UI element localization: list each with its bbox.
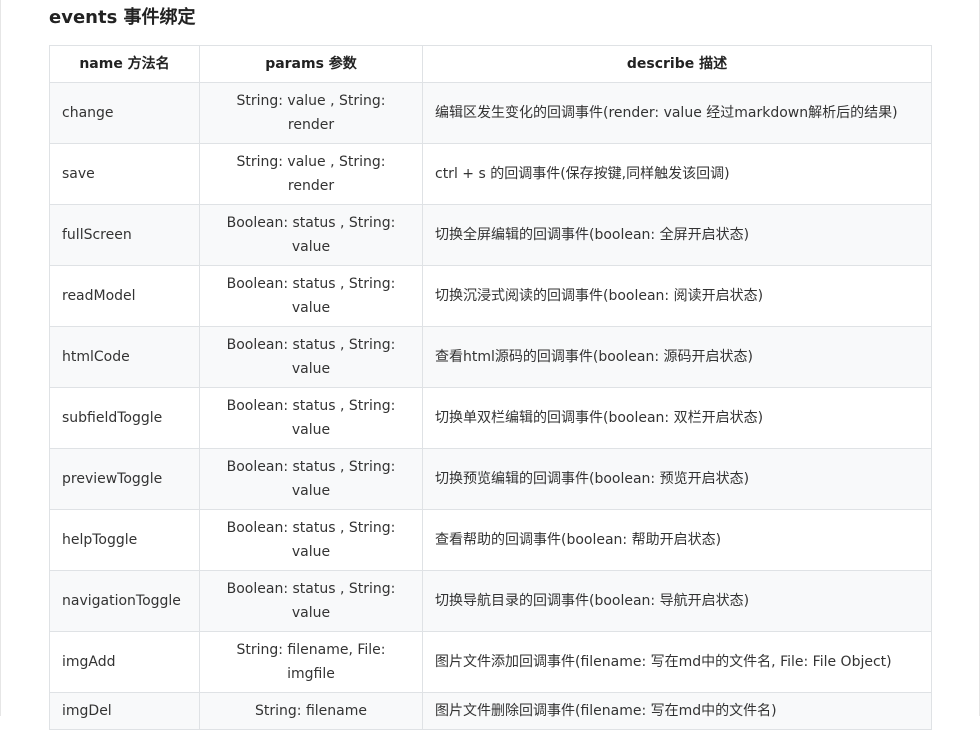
cell-describe: 图片文件添加回调事件(filename: 写在md中的文件名, File: Fi… [422, 631, 932, 693]
cell-name: fullScreen [49, 204, 200, 266]
cell-name: previewToggle [49, 448, 200, 510]
cell-name: save [49, 143, 200, 205]
cell-params: Boolean: status , String: value [199, 265, 423, 327]
table-row: save String: value , String: render ctrl… [49, 143, 932, 205]
cell-describe: 切换单双栏编辑的回调事件(boolean: 双栏开启状态) [422, 387, 932, 449]
cell-params: Boolean: status , String: value [199, 326, 423, 388]
cell-describe: ctrl + s 的回调事件(保存按键,同样触发该回调) [422, 143, 932, 205]
table-row: navigationToggle Boolean: status , Strin… [49, 570, 932, 632]
cell-name: change [49, 82, 200, 144]
cell-name: helpToggle [49, 509, 200, 571]
cell-describe: 切换全屏编辑的回调事件(boolean: 全屏开启状态) [422, 204, 932, 266]
cell-describe: 查看帮助的回调事件(boolean: 帮助开启状态) [422, 509, 932, 571]
cell-params: String: value , String: render [199, 82, 423, 144]
cell-name: subfieldToggle [49, 387, 200, 449]
cell-params: Boolean: status , String: value [199, 509, 423, 571]
cell-params: Boolean: status , String: value [199, 387, 423, 449]
table-body: change String: value , String: render 编辑… [49, 82, 932, 730]
table-row: readModel Boolean: status , String: valu… [49, 265, 932, 327]
table-header: name 方法名 params 参数 describe 描述 [49, 45, 932, 83]
table-row: previewToggle Boolean: status , String: … [49, 448, 932, 510]
cell-params: Boolean: status , String: value [199, 448, 423, 510]
header-name: name 方法名 [49, 45, 200, 83]
cell-name: navigationToggle [49, 570, 200, 632]
cell-describe: 切换预览编辑的回调事件(boolean: 预览开启状态) [422, 448, 932, 510]
header-params: params 参数 [199, 45, 423, 83]
table-row: htmlCode Boolean: status , String: value… [49, 326, 932, 388]
cell-params: String: filename [199, 692, 423, 730]
cell-describe: 切换导航目录的回调事件(boolean: 导航开启状态) [422, 570, 932, 632]
table-header-row: name 方法名 params 参数 describe 描述 [49, 45, 932, 83]
cell-describe: 切换沉浸式阅读的回调事件(boolean: 阅读开启状态) [422, 265, 932, 327]
table-row: change String: value , String: render 编辑… [49, 82, 932, 144]
cell-params: String: filename, File: imgfile [199, 631, 423, 693]
table-row: imgAdd String: filename, File: imgfile 图… [49, 631, 932, 693]
section-title: events 事件绑定 [49, 7, 196, 28]
table-row: subfieldToggle Boolean: status , String:… [49, 387, 932, 449]
cell-params: Boolean: status , String: value [199, 570, 423, 632]
events-table: name 方法名 params 参数 describe 描述 change St… [49, 45, 932, 730]
cell-params: String: value , String: render [199, 143, 423, 205]
page-left-border [0, 0, 1, 716]
table-row: fullScreen Boolean: status , String: val… [49, 204, 932, 266]
cell-name: htmlCode [49, 326, 200, 388]
cell-name: readModel [49, 265, 200, 327]
cell-describe: 编辑区发生变化的回调事件(render: value 经过markdown解析后… [422, 82, 932, 144]
header-describe: describe 描述 [422, 45, 932, 83]
table-row: imgDel String: filename 图片文件删除回调事件(filen… [49, 692, 932, 730]
cell-params: Boolean: status , String: value [199, 204, 423, 266]
table-row: helpToggle Boolean: status , String: val… [49, 509, 932, 571]
cell-name: imgDel [49, 692, 200, 730]
cell-describe: 图片文件删除回调事件(filename: 写在md中的文件名) [422, 692, 932, 730]
cell-describe: 查看html源码的回调事件(boolean: 源码开启状态) [422, 326, 932, 388]
cell-name: imgAdd [49, 631, 200, 693]
